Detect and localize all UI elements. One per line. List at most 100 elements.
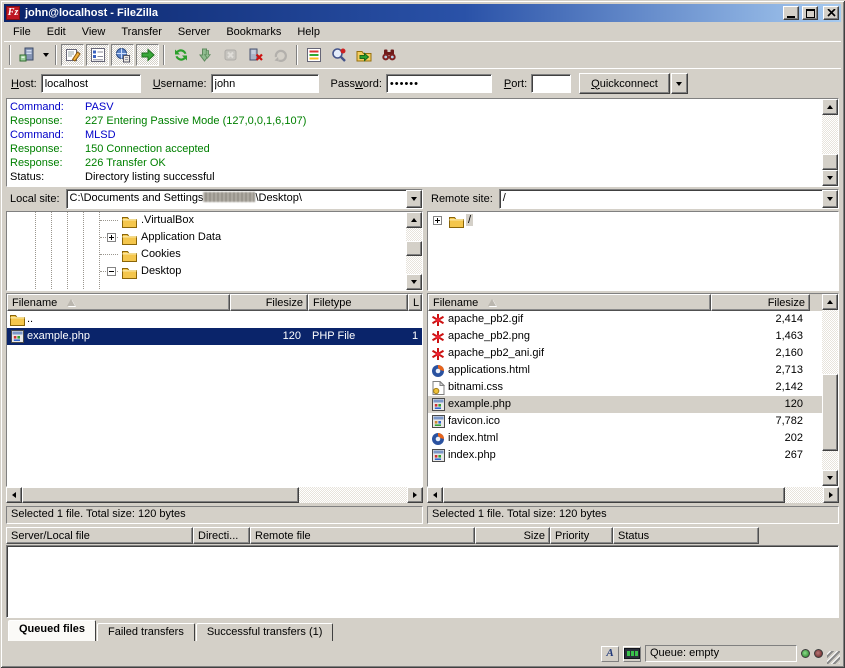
menu-edit[interactable]: Edit <box>39 24 74 40</box>
column-header-filesize[interactable]: Filesize <box>230 294 308 311</box>
tree-item[interactable]: Application Data <box>7 229 406 246</box>
local-combo-dropdown[interactable] <box>406 190 422 208</box>
column-header-filename[interactable]: Filename <box>428 294 711 311</box>
column-header-filetype[interactable]: Filetype <box>308 294 408 311</box>
remote-horizontal-scrollbar[interactable] <box>427 487 839 503</box>
column-header-server-local-file[interactable]: Server/Local file <box>6 527 193 544</box>
scrollbar-track[interactable] <box>822 310 838 470</box>
toggle-queue-button[interactable] <box>136 44 159 66</box>
directory-comparison-button[interactable] <box>327 44 350 66</box>
quickconnect-button[interactable]: Quickconnect <box>579 73 670 94</box>
file-row[interactable]: index.php267 <box>428 447 822 464</box>
file-row[interactable]: favicon.ico7,782 <box>428 413 822 430</box>
tree-item[interactable]: / <box>428 212 838 229</box>
toggle-local-tree-button[interactable] <box>86 44 109 66</box>
cancel-button[interactable] <box>219 44 242 66</box>
queue-body[interactable] <box>6 545 839 618</box>
file-row[interactable]: apache_pb2.gif2,414 <box>428 311 822 328</box>
speed-limits-icon[interactable] <box>623 646 641 662</box>
local-site-combo[interactable]: C:\Documents and Settings\Desktop\ <box>66 189 423 209</box>
scrollbar-thumb[interactable] <box>822 154 838 170</box>
scroll-down-button[interactable] <box>822 170 838 186</box>
filter-button[interactable] <box>302 44 325 66</box>
column-header-filesize[interactable]: Filesize <box>711 294 810 311</box>
site-manager-dropdown[interactable] <box>39 44 52 66</box>
file-row[interactable]: bitnami.css2,142 <box>428 379 822 396</box>
scrollbar-thumb[interactable] <box>822 374 838 451</box>
file-row[interactable]: index.html202 <box>428 430 822 447</box>
menu-file[interactable]: File <box>5 24 39 40</box>
process-queue-button[interactable] <box>194 44 217 66</box>
file-row[interactable]: applications.html2,713 <box>428 362 822 379</box>
column-header-l[interactable]: L <box>408 294 422 311</box>
transfer-type-ascii-icon[interactable]: A <box>601 646 619 662</box>
username-input[interactable] <box>211 74 319 93</box>
scroll-up-button[interactable] <box>406 212 422 228</box>
tree-item[interactable]: Desktop <box>7 263 406 280</box>
tree-item-label: Desktop <box>139 265 183 277</box>
scrollbar-thumb[interactable] <box>406 241 422 256</box>
scroll-left-button[interactable] <box>6 487 22 503</box>
scroll-up-button[interactable] <box>822 294 838 310</box>
menu-view[interactable]: View <box>74 24 114 40</box>
tree-connector <box>100 254 118 255</box>
port-input[interactable] <box>531 74 571 93</box>
remote-list-scrollbar[interactable] <box>822 294 838 486</box>
scrollbar-thumb[interactable] <box>22 487 299 503</box>
column-header-remote-file[interactable]: Remote file <box>250 527 475 544</box>
column-header-size[interactable]: Size <box>475 527 550 544</box>
scroll-right-button[interactable] <box>407 487 423 503</box>
file-row[interactable]: apache_pb2.png1,463 <box>428 328 822 345</box>
scroll-down-button[interactable] <box>406 274 422 290</box>
toggle-remote-tree-button[interactable] <box>111 44 134 66</box>
minimize-button[interactable] <box>783 6 799 20</box>
toggle-message-log-button[interactable] <box>61 44 84 66</box>
file-row[interactable]: .. <box>7 311 422 328</box>
close-button[interactable] <box>823 6 839 20</box>
log-scrollbar[interactable] <box>822 99 838 186</box>
tab-queued-files[interactable]: Queued files <box>8 620 96 641</box>
maximize-button[interactable] <box>802 6 818 20</box>
password-input[interactable] <box>386 74 492 93</box>
menu-help[interactable]: Help <box>289 24 328 40</box>
refresh-button[interactable] <box>169 44 192 66</box>
remote-combo-dropdown[interactable] <box>822 190 838 208</box>
scrollbar-thumb[interactable] <box>443 487 785 503</box>
scroll-down-button[interactable] <box>822 470 838 486</box>
expand-plus-icon[interactable] <box>433 216 442 225</box>
column-header-directi[interactable]: Directi... <box>193 527 250 544</box>
remote-site-combo[interactable]: / <box>499 189 839 209</box>
tree-item[interactable]: .VirtualBox <box>7 212 406 229</box>
reconnect-button[interactable] <box>269 44 292 66</box>
scrollbar-track[interactable] <box>406 228 422 274</box>
expand-plus-icon[interactable] <box>107 233 116 242</box>
local-horizontal-scrollbar[interactable] <box>6 487 423 503</box>
scroll-right-button[interactable] <box>823 487 839 503</box>
tree-item[interactable]: Cookies <box>7 246 406 263</box>
tab-failed-transfers[interactable]: Failed transfers <box>97 623 195 641</box>
collapse-minus-icon[interactable] <box>107 267 116 276</box>
scroll-up-button[interactable] <box>822 99 838 115</box>
column-header-priority[interactable]: Priority <box>550 527 613 544</box>
menu-bookmarks[interactable]: Bookmarks <box>218 24 289 40</box>
column-header-filename[interactable]: Filename <box>7 294 230 311</box>
column-header-status[interactable]: Status <box>613 527 759 544</box>
menu-transfer[interactable]: Transfer <box>113 24 170 40</box>
synchronized-browsing-button[interactable] <box>352 44 375 66</box>
disconnect-button[interactable] <box>244 44 267 66</box>
site-manager-button[interactable] <box>15 44 38 66</box>
file-row[interactable]: example.php120 <box>428 396 822 413</box>
scrollbar-track[interactable] <box>443 487 823 503</box>
resize-grip[interactable] <box>827 651 840 664</box>
file-row[interactable]: example.php120PHP File1 <box>7 328 422 345</box>
scroll-left-button[interactable] <box>427 487 443 503</box>
scrollbar-track[interactable] <box>822 115 838 170</box>
local-tree-scrollbar[interactable] <box>406 212 422 290</box>
quickconnect-dropdown[interactable] <box>671 73 688 94</box>
find-files-button[interactable] <box>377 44 400 66</box>
scrollbar-track[interactable] <box>22 487 407 503</box>
menu-server[interactable]: Server <box>170 24 218 40</box>
file-row[interactable]: apache_pb2_ani.gif2,160 <box>428 345 822 362</box>
tab-successful-transfers-1[interactable]: Successful transfers (1) <box>196 623 334 641</box>
host-input[interactable] <box>41 74 141 93</box>
